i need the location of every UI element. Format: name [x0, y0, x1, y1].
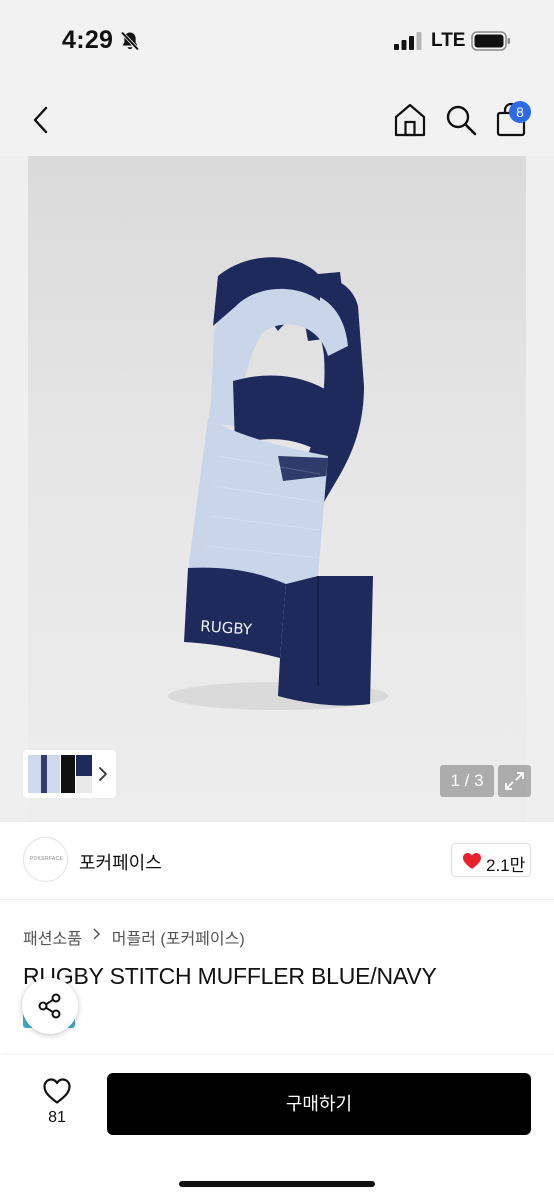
- status-time: 4:29: [62, 26, 114, 54]
- home-indicator: [179, 1181, 375, 1187]
- wishlist-button[interactable]: 81: [30, 1073, 84, 1133]
- cart-count-badge: 8: [509, 101, 531, 123]
- breadcrumb-item[interactable]: 머플러 (포커페이스): [112, 925, 245, 949]
- network-label: LTE: [431, 30, 466, 51]
- seller-row: POKERFACE 포커페이스 2.1만: [0, 822, 554, 900]
- bell-slash-icon: [120, 31, 140, 51]
- thumbnail-3[interactable]: [76, 755, 92, 793]
- seller-avatar-text: POKERFACE: [29, 856, 64, 862]
- thumbnail-strip[interactable]: [23, 750, 116, 798]
- chevron-right-icon: [99, 767, 107, 781]
- search-icon[interactable]: [444, 102, 478, 138]
- thumbnail-1[interactable]: [28, 755, 60, 793]
- breadcrumb-item[interactable]: 패션소품: [23, 925, 82, 949]
- scarf-embroidery: RUGBY: [200, 617, 254, 639]
- heart-outline-icon: [43, 1078, 71, 1104]
- battery-icon: [471, 31, 510, 51]
- status-bar: 4:29 LTE: [0, 0, 554, 84]
- scarf-illustration: RUGBY: [168, 257, 388, 710]
- back-button[interactable]: [26, 102, 56, 138]
- home-icon[interactable]: [393, 102, 427, 138]
- breadcrumb: 패션소품 머플러 (포커페이스): [23, 925, 245, 949]
- bottom-action-bar: 81 구매하기: [0, 1055, 554, 1200]
- thumbnail-2[interactable]: [61, 755, 75, 793]
- nav-bar: [0, 90, 554, 150]
- wishlist-count: 81: [48, 1109, 66, 1126]
- seller-avatar[interactable]: POKERFACE: [23, 837, 68, 882]
- share-button[interactable]: [22, 978, 78, 1034]
- seller-name[interactable]: 포커페이스: [79, 849, 162, 875]
- seller-like-count: 2.1만: [486, 856, 526, 875]
- product-photo[interactable]: RUGBY: [28, 156, 526, 822]
- chevron-right-icon: [93, 928, 101, 940]
- product-gallery[interactable]: RUGBY 1 / 3: [0, 156, 554, 822]
- product-title: RUGBY STITCH MUFFLER BLUE/NAVY: [23, 963, 437, 989]
- page-indicator: 1 / 3: [440, 765, 494, 797]
- expand-icon[interactable]: [498, 765, 531, 797]
- share-icon: [38, 993, 61, 1019]
- buy-button[interactable]: 구매하기: [107, 1073, 531, 1135]
- signal-icon: [394, 32, 422, 50]
- seller-like-button[interactable]: 2.1만: [451, 843, 531, 877]
- heart-filled-icon: [463, 853, 481, 869]
